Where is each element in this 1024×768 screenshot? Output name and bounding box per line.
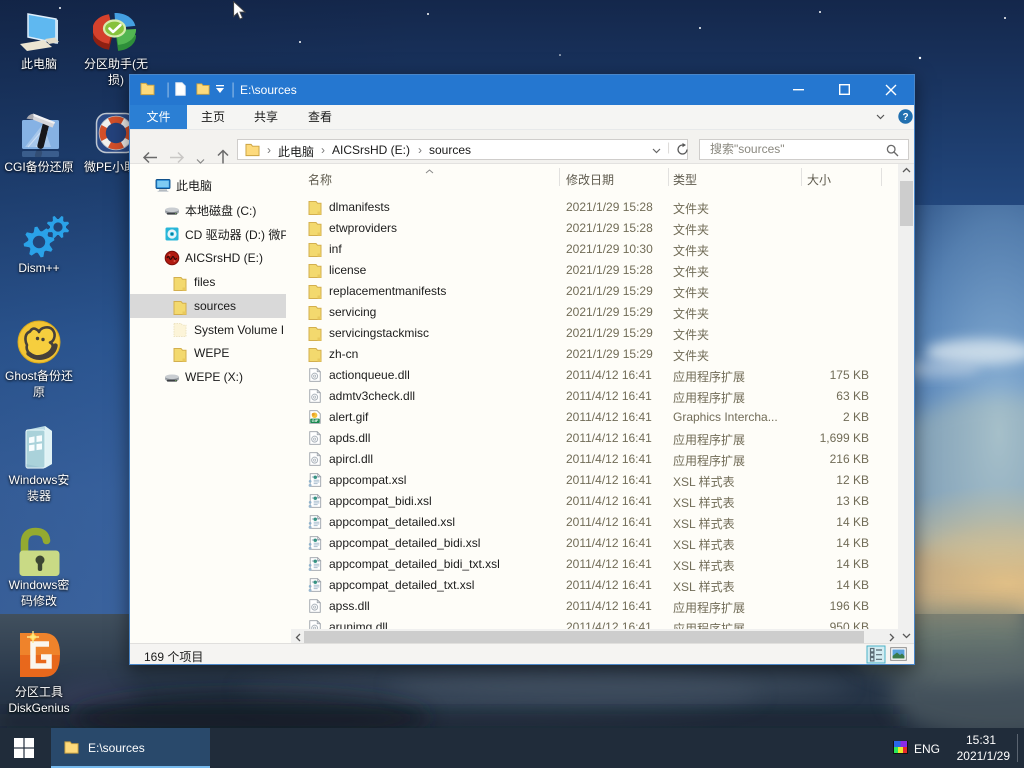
svg-text:GIF: GIF bbox=[312, 418, 319, 423]
svg-text:?: ? bbox=[902, 112, 908, 123]
